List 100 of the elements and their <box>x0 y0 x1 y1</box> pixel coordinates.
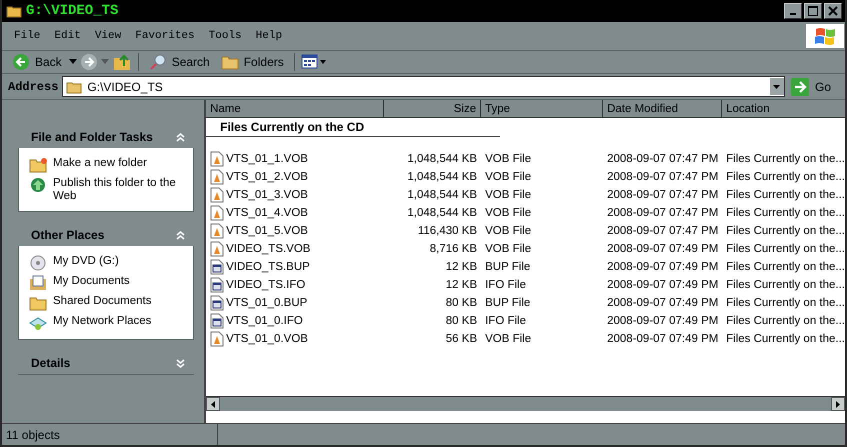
table-cell-text: 2008-09-07 07:49 PM <box>606 333 720 345</box>
folder-icon <box>220 54 239 70</box>
file-name[interactable]: VTS_01_4.VOB <box>206 205 384 221</box>
folder-icon <box>66 80 82 94</box>
table-cell-text: 1,048,544 KB <box>406 171 478 183</box>
folder-icon <box>6 4 22 18</box>
task-link[interactable]: My DVD (G:) <box>53 255 119 268</box>
scroll-left-icon[interactable] <box>211 400 216 408</box>
window-title: G:\VIDEO_TS <box>26 3 118 19</box>
table-cell-text: 2008-09-07 07:49 PM <box>606 243 720 255</box>
dropdown-caret-icon[interactable] <box>773 84 780 88</box>
table-cell-text: Files Currently on the... <box>725 153 845 165</box>
table-cell-text: VOB File <box>484 189 532 201</box>
file-name[interactable]: VTS_01_5.VOB <box>206 223 384 239</box>
file-name[interactable]: VTS_01_0.BUP <box>206 295 384 311</box>
task-link[interactable]: Make a new folder <box>53 157 147 170</box>
table-cell-text: 1,048,544 KB <box>406 153 478 165</box>
cone-file-icon <box>210 331 224 347</box>
table-cell-text: 12 KB <box>444 279 478 291</box>
table-cell-text: 1,048,544 KB <box>406 189 478 201</box>
status-text: 11 objects <box>2 424 218 445</box>
globe-icon <box>29 177 47 193</box>
go-arrow-icon <box>790 78 809 96</box>
file-name[interactable]: VTS_01_0.VOB <box>206 331 384 347</box>
panel-header[interactable]: File and Folder Tasks <box>18 126 194 148</box>
menu-item[interactable]: View <box>94 30 122 42</box>
table-cell-text: Files Currently on the... <box>725 207 845 219</box>
file-name[interactable]: VTS_01_2.VOB <box>206 169 384 185</box>
column-header[interactable]: Type <box>481 100 604 117</box>
data-file-icon <box>210 313 224 329</box>
panel-title: Details <box>31 356 70 370</box>
go-button[interactable]: Go <box>788 78 845 96</box>
task-link[interactable]: Shared Documents <box>53 295 152 308</box>
column-header[interactable]: Date Modified <box>603 100 722 117</box>
cone-file-icon <box>210 205 224 221</box>
table-cell-text: Files Currently on the... <box>725 315 845 327</box>
table-cell-text: VOB File <box>484 207 532 219</box>
horizontal-scrollbar[interactable] <box>206 396 845 411</box>
table-cell-text: BUP File <box>484 297 532 309</box>
collapse-chevron-icon[interactable] <box>176 230 186 240</box>
table-cell-text: 2008-09-07 07:47 PM <box>606 225 720 237</box>
search-button[interactable]: Search <box>144 52 214 72</box>
table-cell-text: 2008-09-07 07:49 PM <box>606 297 720 309</box>
dropdown-caret-icon[interactable] <box>68 59 77 65</box>
table-cell-text: Files Currently on the... <box>725 243 845 255</box>
table-cell-text: VOB File <box>484 243 532 255</box>
file-name[interactable]: VTS_01_1.VOB <box>206 151 384 167</box>
file-name[interactable]: VTS_01_0.IFO <box>206 313 384 329</box>
collapse-chevron-icon[interactable] <box>176 132 186 142</box>
column-header[interactable]: Size <box>384 100 482 117</box>
maximize-button[interactable] <box>804 3 822 19</box>
scroll-right-icon[interactable] <box>836 400 840 408</box>
menu-item[interactable]: Tools <box>208 30 242 42</box>
folders-button[interactable]: Folders <box>216 52 288 72</box>
minimize-button[interactable] <box>784 3 802 19</box>
data-file-icon <box>210 295 224 311</box>
table-cell-text: 2008-09-07 07:47 PM <box>606 207 720 219</box>
address-label: Address <box>8 80 58 94</box>
file-name[interactable]: VIDEO_TS.VOB <box>206 241 384 257</box>
file-name[interactable]: VTS_01_3.VOB <box>206 187 384 203</box>
menu-item[interactable]: Edit <box>54 30 81 42</box>
table-cell-text: Files Currently on the... <box>725 333 845 345</box>
close-button[interactable] <box>824 3 842 19</box>
task-link[interactable]: My Documents <box>53 275 130 288</box>
table-cell-text: 80 KB <box>444 297 478 309</box>
views-icon[interactable] <box>300 54 327 70</box>
network-icon <box>29 315 47 331</box>
task-link[interactable]: My Network Places <box>53 315 152 328</box>
documents-icon <box>29 275 47 291</box>
table-cell-text: 1,048,544 KB <box>406 207 478 219</box>
minimize-icon <box>790 13 796 15</box>
table-cell-text: VOB File <box>484 333 532 345</box>
file-name[interactable]: VIDEO_TS.IFO <box>206 277 384 293</box>
menu-item[interactable]: Help <box>256 30 282 42</box>
table-cell-text: Files Currently on the... <box>725 261 845 273</box>
panel-header[interactable]: Details <box>18 352 194 374</box>
table-cell-text: 2008-09-07 07:49 PM <box>606 279 720 291</box>
back-button[interactable]: Back <box>8 52 66 72</box>
table-cell-text: 8,716 KB <box>428 243 478 255</box>
panel-header[interactable]: Other Places <box>18 224 194 246</box>
table-cell-text: 116,430 KB <box>416 225 478 237</box>
folder-icon <box>29 157 47 173</box>
search-icon <box>148 53 167 71</box>
menu-item[interactable]: Favorites <box>135 30 195 42</box>
file-name[interactable]: VIDEO_TS.BUP <box>206 259 384 275</box>
address-field[interactable]: G:\VIDEO_TS <box>62 76 785 97</box>
cone-file-icon <box>210 169 224 185</box>
column-header[interactable]: Name <box>206 100 384 117</box>
menu-item[interactable]: File <box>14 30 40 42</box>
table-cell-text: 2008-09-07 07:49 PM <box>606 315 720 327</box>
folder-icon <box>29 295 47 311</box>
table-cell-text: Files Currently on the... <box>725 189 845 201</box>
task-link[interactable]: Publish this folder to the Web <box>53 177 186 203</box>
table-cell-text: Files Currently on the... <box>725 171 845 183</box>
table-cell-text: 2008-09-07 07:47 PM <box>606 153 720 165</box>
expand-chevron-icon[interactable] <box>176 358 186 368</box>
column-header[interactable]: Location <box>722 100 845 117</box>
data-file-icon <box>210 277 224 293</box>
table-cell-text: 2008-09-07 07:47 PM <box>606 171 720 183</box>
panel-title: File and Folder Tasks <box>31 130 153 144</box>
